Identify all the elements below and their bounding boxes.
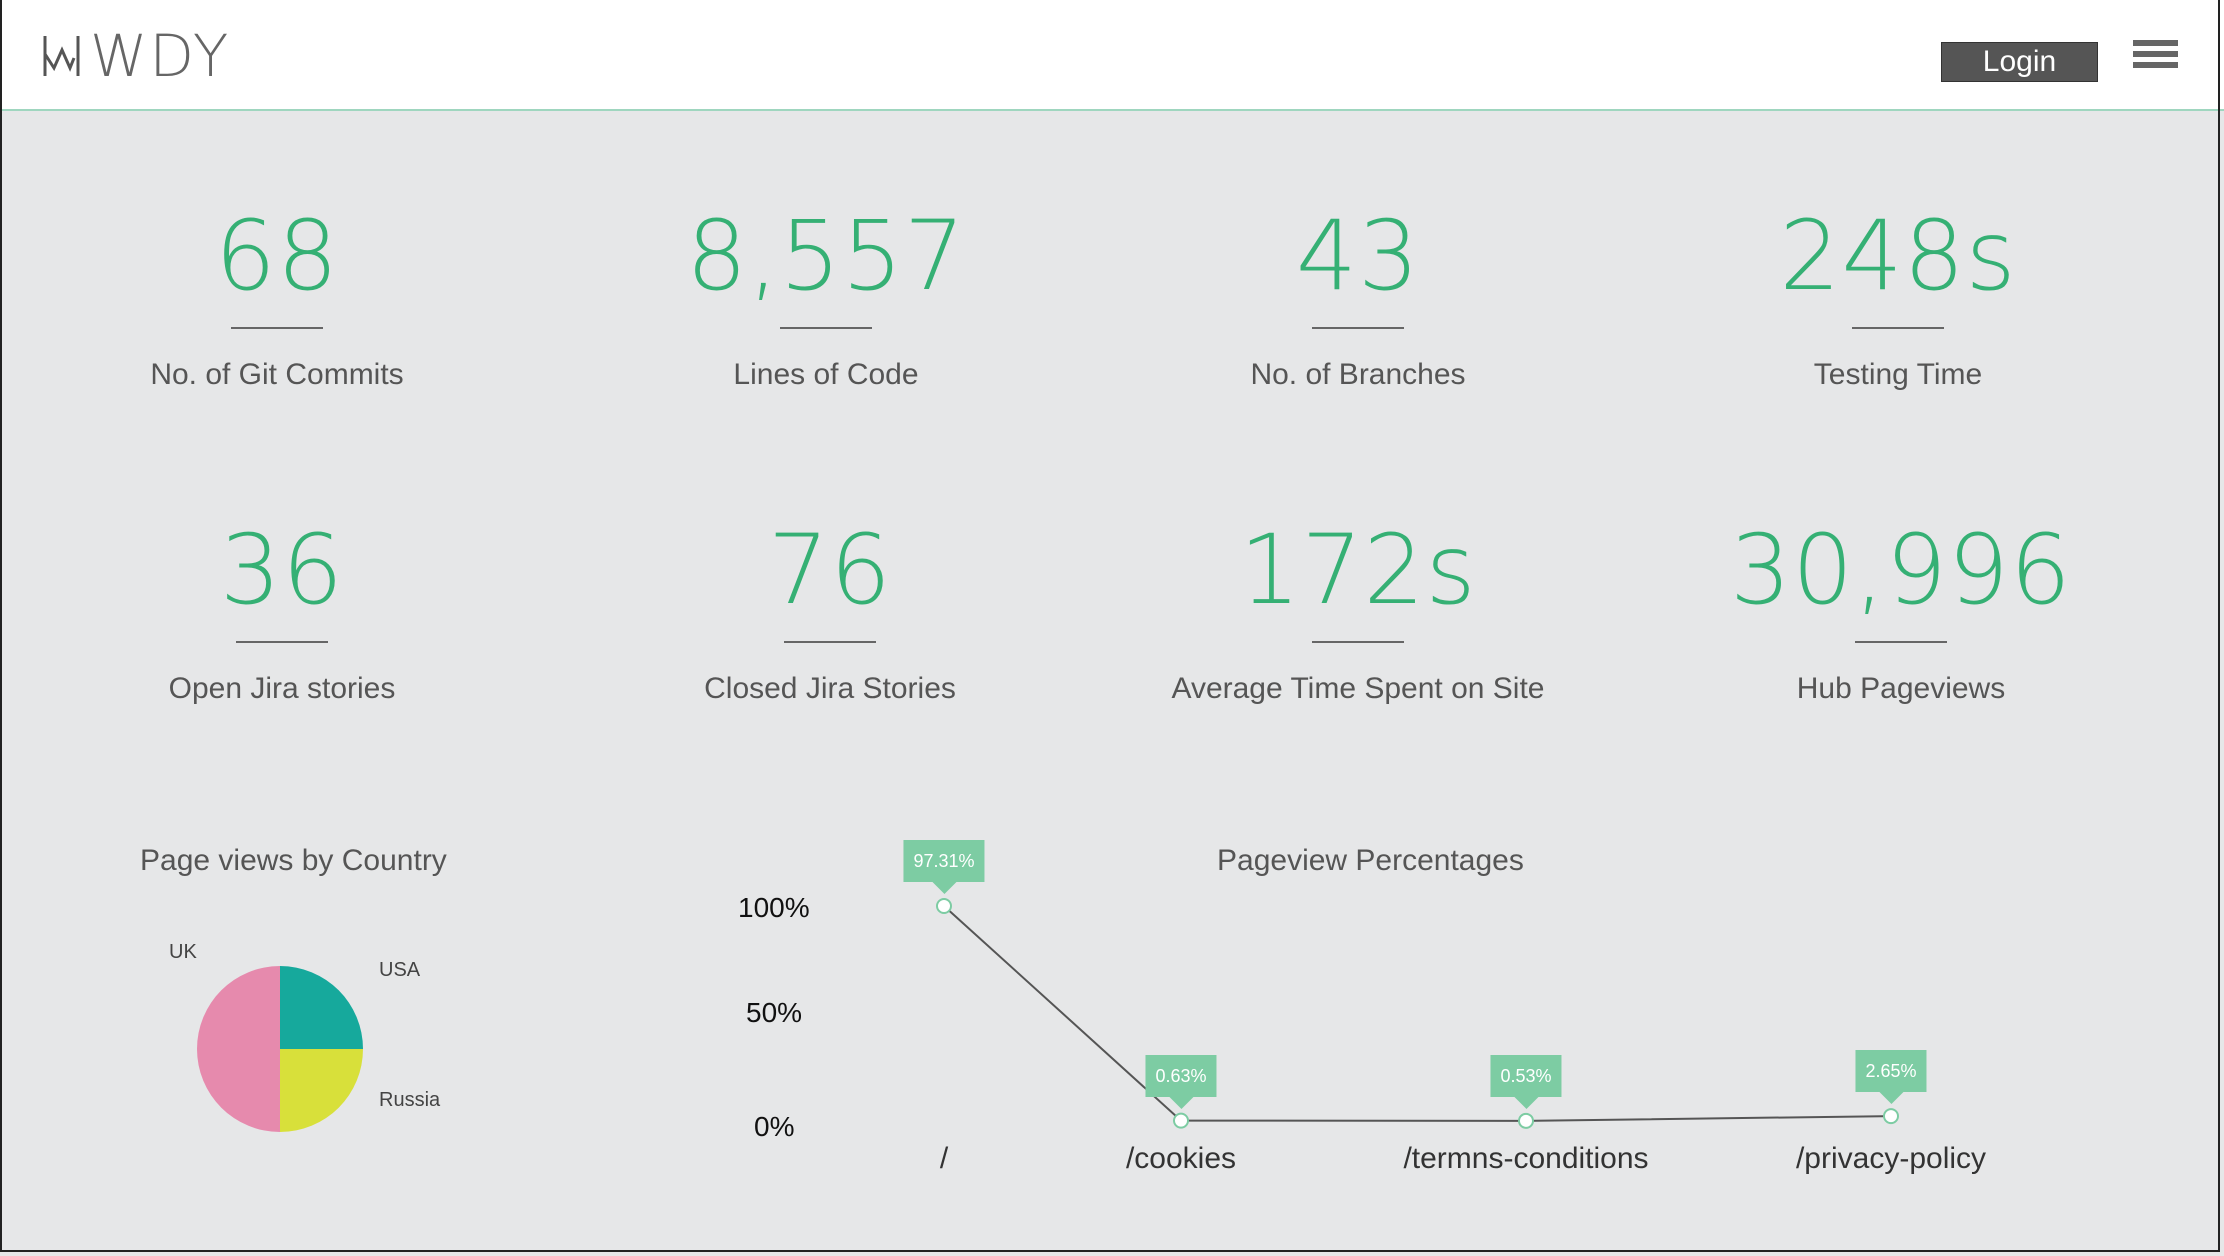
data-label: 0.63%	[1145, 1054, 1217, 1109]
x-tick-label: /cookies	[1125, 1142, 1237, 1175]
data-label: 0.53%	[1490, 1054, 1562, 1109]
data-point[interactable]	[1173, 1112, 1189, 1129]
data-label: 97.31%	[903, 839, 985, 894]
x-tick-label: /termns-conditions	[1403, 1142, 1649, 1175]
data-point[interactable]	[1883, 1108, 1899, 1125]
data-label: 2.65%	[1855, 1050, 1927, 1105]
series-line	[943, 905, 1892, 1122]
x-tick-label: /	[939, 1142, 949, 1175]
data-point[interactable]	[936, 897, 952, 914]
x-tick-label: /privacy-policy	[1795, 1142, 1987, 1175]
data-point[interactable]	[1518, 1112, 1534, 1129]
